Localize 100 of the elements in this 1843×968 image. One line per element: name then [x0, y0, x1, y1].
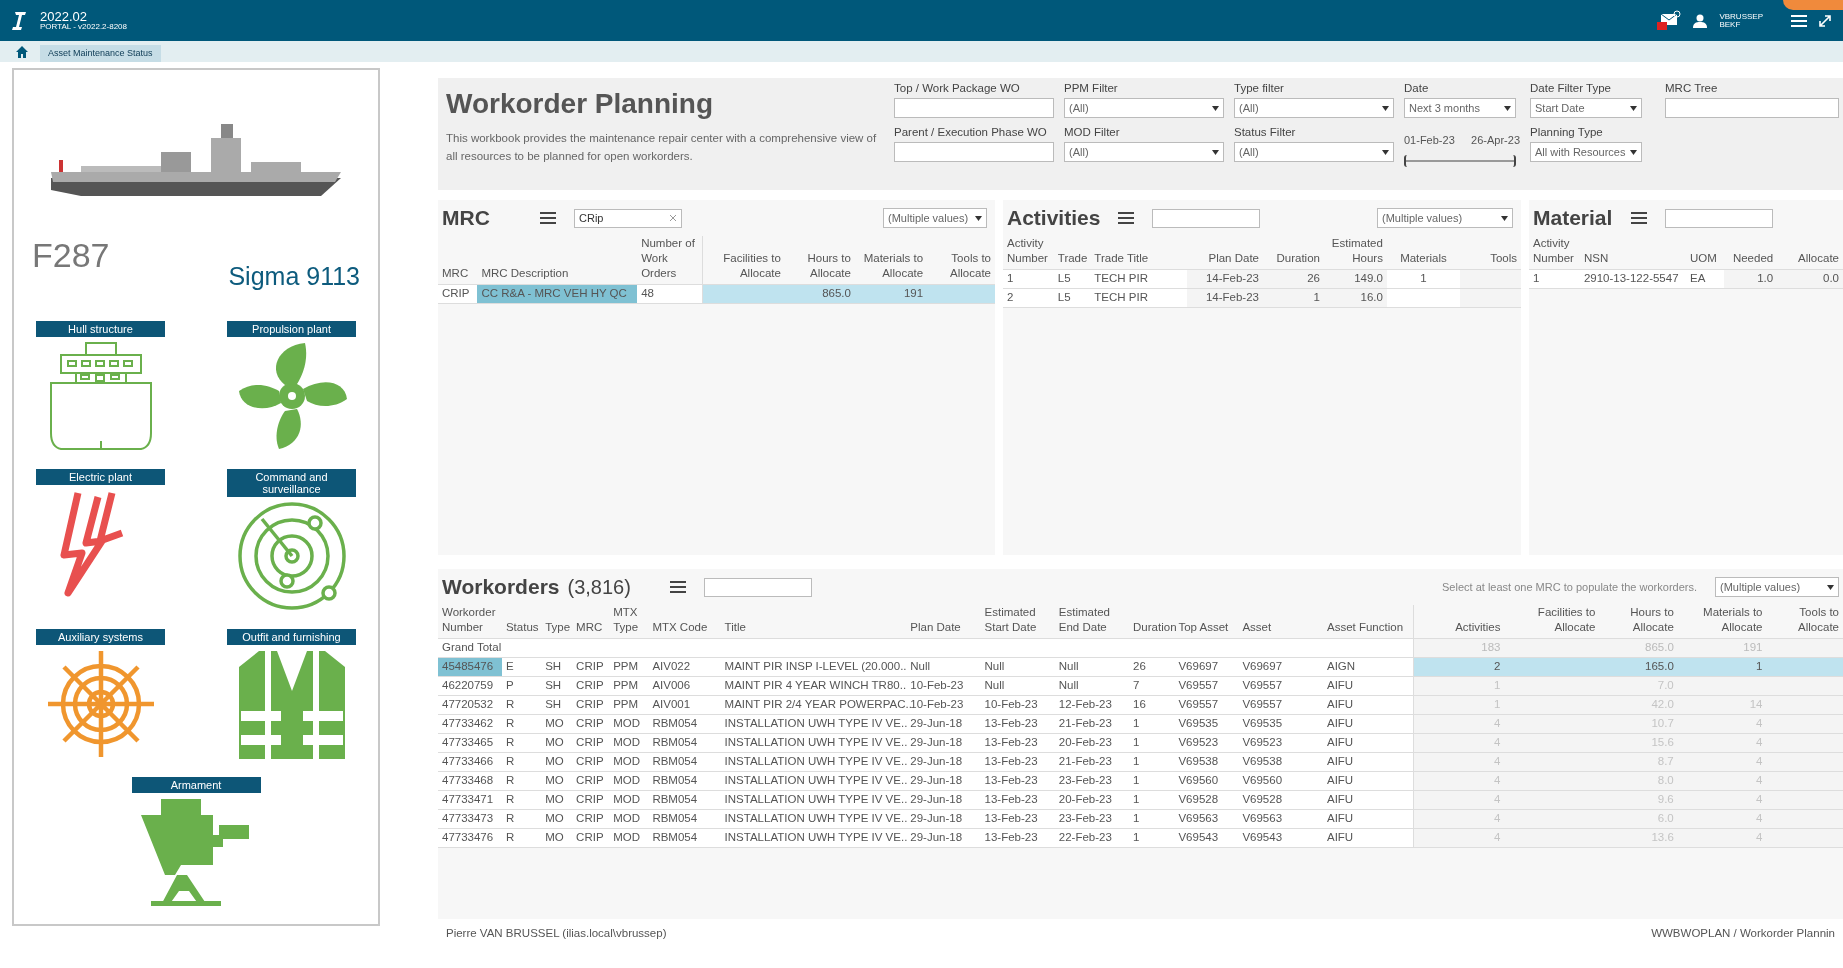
- search-field[interactable]: [1152, 208, 1261, 228]
- table-cell: INSTALLATION UWH TYPE IV VE..: [720, 790, 907, 810]
- column-header: Allocate: [1777, 236, 1843, 270]
- dropdown[interactable]: (Multiple values): [883, 208, 987, 228]
- mail-notification-icon[interactable]: [1655, 9, 1682, 32]
- table-cell: 1: [1129, 809, 1175, 829]
- search-field[interactable]: CRip: [574, 208, 682, 228]
- table-cell: R: [501, 695, 542, 715]
- table-cell: MOD: [609, 790, 649, 810]
- table-cell: MOD: [609, 752, 649, 772]
- filter-label: MOD Filter: [1064, 125, 1121, 140]
- table-cell: RBM054: [648, 790, 721, 810]
- system-label[interactable]: Auxiliary systems: [36, 629, 165, 645]
- dropdown[interactable]: (Multiple values): [1377, 208, 1513, 228]
- menu-icon[interactable]: [670, 581, 686, 593]
- system-label[interactable]: Command and surveillance: [227, 469, 356, 497]
- dropdown[interactable]: (All): [1064, 98, 1224, 118]
- column-header: MRC: [438, 236, 478, 285]
- propeller-icon[interactable]: [236, 341, 347, 451]
- table-cell: V69563: [1238, 809, 1323, 829]
- dropdown[interactable]: (All): [1234, 98, 1394, 118]
- table-cell: 29-Jun-18: [906, 809, 981, 829]
- table-cell: 13-Feb-23: [980, 733, 1055, 753]
- table-cell: INSTALLATION UWH TYPE IV VE..: [720, 771, 907, 791]
- table-cell: 29-Jun-18: [906, 733, 981, 753]
- column-header: UOM: [1686, 236, 1725, 270]
- dropdown[interactable]: (All): [1234, 142, 1394, 162]
- filter-label: Date: [1404, 81, 1430, 96]
- table-cell: CRIP: [572, 752, 610, 772]
- home-icon[interactable]: [16, 46, 28, 58]
- ship-class: Sigma 9113: [228, 260, 360, 292]
- search-field[interactable]: [1665, 208, 1773, 228]
- gun-icon[interactable]: [141, 797, 251, 907]
- table-cell: CRIP: [572, 676, 610, 696]
- table-cell: V69557: [1174, 695, 1239, 715]
- table-cell: R: [501, 828, 542, 848]
- wheel-icon[interactable]: [45, 649, 156, 759]
- column-header: Facilities to Allocate: [1504, 605, 1600, 639]
- system-label[interactable]: Outfit and furnishing: [227, 629, 356, 645]
- table-cell: MOD: [609, 714, 649, 734]
- table-cell: 10-Feb-23: [980, 695, 1055, 715]
- user-icon[interactable]: [1693, 13, 1708, 28]
- search-field[interactable]: [704, 577, 812, 597]
- vest-icon[interactable]: [236, 649, 347, 759]
- table-cell: 47733468: [438, 771, 502, 791]
- table-cell: V69557: [1238, 695, 1323, 715]
- table-cell: 10-Feb-23: [906, 676, 981, 696]
- system-label[interactable]: Hull structure: [36, 321, 165, 337]
- radar-icon[interactable]: [236, 501, 347, 611]
- column-header: Hours to Allocate: [784, 236, 855, 285]
- page-title: Workorder Planning: [446, 87, 715, 121]
- table-cell: 1: [1263, 288, 1324, 308]
- table-cell: R: [501, 790, 542, 810]
- table-cell: CRIP: [572, 657, 610, 677]
- table-cell: 1: [1129, 752, 1175, 772]
- column-header: Materials to Allocate: [1677, 605, 1767, 639]
- column-header: Estimated Hours: [1323, 236, 1387, 270]
- menu-icon[interactable]: [540, 212, 556, 224]
- dropdown[interactable]: Start Date: [1530, 98, 1642, 118]
- table-cell: 20-Feb-23: [1054, 733, 1130, 753]
- expand-icon[interactable]: [1819, 14, 1831, 27]
- column-header: MTX Code: [648, 605, 721, 639]
- dropdown[interactable]: (All): [1064, 142, 1224, 162]
- caret-icon: [1827, 584, 1834, 590]
- menu-icon[interactable]: [1118, 212, 1135, 224]
- table-cell: Grand Total: [438, 638, 1414, 658]
- table-cell: V69535: [1174, 714, 1239, 734]
- table-cell: INSTALLATION UWH TYPE IV VE..: [720, 809, 907, 829]
- table-cell: 13-Feb-23: [980, 809, 1055, 829]
- table-cell: P: [501, 676, 542, 696]
- text-field[interactable]: [1665, 98, 1839, 118]
- table-cell: E: [501, 657, 542, 677]
- logo-icon: [12, 9, 28, 32]
- menu-icon[interactable]: [1631, 212, 1647, 224]
- clear-icon[interactable]: [669, 214, 677, 222]
- system-label[interactable]: Armament: [131, 777, 261, 793]
- table-cell: RBM054: [648, 771, 721, 791]
- table-cell: 47720532: [438, 695, 502, 715]
- column-header: Tools: [1460, 236, 1521, 270]
- table-cell: PPM: [609, 695, 649, 715]
- tab[interactable]: Asset Maintenance Status: [40, 45, 161, 62]
- table-cell: 47733471: [438, 790, 502, 810]
- table-cell: PPM: [609, 657, 649, 677]
- filter-label: Date Filter Type: [1530, 81, 1612, 96]
- table-cell: 23-Feb-23: [1054, 771, 1130, 791]
- panel-title: MRC: [442, 205, 491, 231]
- text-field[interactable]: [894, 98, 1054, 118]
- table-cell: L5: [1053, 288, 1091, 308]
- text-field[interactable]: [894, 142, 1054, 162]
- table-cell: CRIP: [572, 695, 610, 715]
- system-label[interactable]: Propulsion plant: [227, 321, 356, 337]
- dropdown[interactable]: (Multiple values): [1715, 577, 1839, 597]
- column-header: Hours to Allocate: [1599, 605, 1678, 639]
- range-start: 01-Feb-23: [1404, 133, 1455, 148]
- column-header: Type: [541, 605, 573, 639]
- dropdown[interactable]: All with Resources: [1530, 142, 1642, 162]
- system-label[interactable]: Electric plant: [36, 469, 165, 485]
- table-cell: 1: [1129, 714, 1175, 734]
- dropdown[interactable]: Next 3 months: [1404, 98, 1516, 118]
- caret-icon: [1501, 215, 1508, 221]
